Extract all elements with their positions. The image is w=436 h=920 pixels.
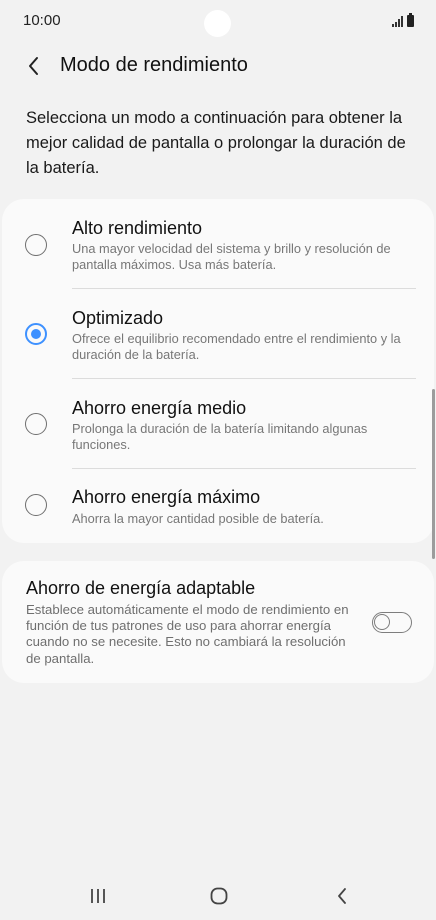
adaptive-power-saving-card[interactable]: Ahorro de energía adaptable Establece au… [2, 561, 434, 683]
mode-option-ahorro-maximo[interactable]: Ahorro energía máximo Ahorra la mayor ca… [2, 469, 434, 543]
header: Modo de rendimiento [0, 44, 436, 88]
mode-option-optimizado[interactable]: Optimizado Ofrece el equilibrio recomend… [2, 289, 434, 379]
recents-button[interactable] [88, 886, 108, 906]
radio-button[interactable] [25, 234, 47, 256]
mode-option-ahorro-medio[interactable]: Ahorro energía medio Prolonga la duració… [2, 379, 434, 469]
mode-description: Una mayor velocidad del sistema y brillo… [72, 241, 391, 272]
status-bar: 10:00 [0, 0, 436, 44]
mode-option-alto-rendimiento[interactable]: Alto rendimiento Una mayor velocidad del… [2, 199, 434, 289]
battery-icon [407, 13, 414, 27]
adaptive-title: Ahorro de energía adaptable [26, 578, 256, 598]
mode-description: Ofrece el equilibrio recomendado entre e… [72, 331, 401, 362]
status-time: 10:00 [23, 12, 61, 29]
page-title: Modo de rendimiento [60, 54, 248, 76]
page-description: Selecciona un modo a continuación para o… [26, 109, 406, 177]
back-chevron-icon [338, 888, 346, 904]
mode-title: Optimizado [72, 308, 164, 328]
scrollbar[interactable] [432, 389, 435, 559]
chevron-left-icon [29, 57, 38, 75]
mode-title: Ahorro energía medio [72, 398, 247, 418]
performance-modes-card: Alto rendimiento Una mayor velocidad del… [2, 199, 434, 543]
adaptive-toggle-switch[interactable] [372, 612, 412, 633]
mode-description: Ahorra la mayor cantidad posible de bate… [72, 511, 324, 526]
adaptive-description: Establece automáticamente el modo de ren… [26, 602, 349, 666]
radio-button[interactable] [25, 494, 47, 516]
back-button[interactable] [18, 52, 50, 80]
camera-cutout [204, 10, 231, 37]
home-icon [210, 887, 228, 905]
status-icons [392, 13, 414, 27]
radio-button[interactable] [25, 413, 47, 435]
mode-title: Alto rendimiento [72, 218, 203, 238]
mode-title: Ahorro energía máximo [72, 487, 261, 507]
signal-bars-icon [392, 15, 403, 27]
radio-button[interactable] [25, 323, 47, 345]
nav-back-button[interactable] [334, 886, 350, 906]
home-button[interactable] [208, 886, 230, 906]
recents-icon [91, 889, 105, 903]
navigation-bar [0, 868, 436, 920]
toggle-knob [374, 614, 390, 630]
mode-description: Prolonga la duración de la batería limit… [72, 421, 368, 452]
